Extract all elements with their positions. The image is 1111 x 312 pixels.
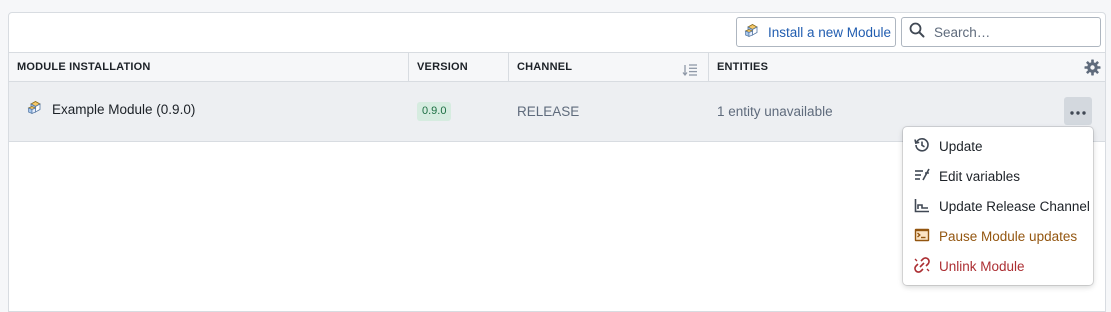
menu-item-label: Update Release Channel [939, 198, 1090, 214]
menu-item-pause-module-updates[interactable]: Pause Module updates [903, 221, 1093, 251]
column-header-channel[interactable]: CHANNEL [509, 53, 709, 81]
unlink-icon [914, 256, 930, 276]
table-header: MODULE INSTALLATION VERSION CHANNEL ENTI… [9, 52, 1105, 82]
variable-icon [914, 167, 930, 186]
version-cell: 0.9.0 [417, 82, 452, 141]
install-module-label: Install a new Module [768, 24, 892, 40]
version-tag: 0.9.0 [417, 102, 452, 121]
menu-item-label: Unlink Module [939, 258, 1025, 274]
menu-item-update[interactable]: Update [903, 131, 1093, 161]
column-header-entities-label: ENTITIES [717, 61, 769, 73]
menu-item-edit-variables[interactable]: Edit variables [903, 161, 1093, 191]
toolbar: Install a new Module [9, 13, 1105, 53]
step-chart-icon [914, 197, 930, 216]
column-header-module-installation[interactable]: MODULE INSTALLATION [9, 53, 409, 81]
column-header-channel-label: CHANNEL [517, 61, 573, 73]
install-module-button[interactable]: Install a new Module [736, 17, 896, 47]
menu-item-label: Pause Module updates [939, 228, 1078, 244]
menu-item-label: Edit variables [939, 168, 1021, 184]
search-input[interactable] [932, 23, 1096, 41]
menu-item-label: Update [939, 138, 983, 154]
console-icon [914, 227, 930, 246]
menu-item-unlink-module[interactable]: Unlink Module [903, 251, 1093, 281]
channel-cell: RELEASE [517, 104, 580, 119]
more-actions-button[interactable] [1064, 97, 1092, 125]
module-cube-icon [27, 99, 44, 119]
column-header-entities[interactable]: ENTITIES [709, 53, 1105, 81]
search-box[interactable] [901, 17, 1101, 47]
menu-item-update-release-channel[interactable]: Update Release Channel [903, 191, 1093, 221]
history-icon [914, 137, 930, 156]
search-icon [909, 22, 925, 43]
entities-cell: 1 entity unavailable [717, 104, 833, 119]
module-name: Example Module (0.9.0) [52, 102, 196, 117]
more-icon [1070, 102, 1086, 120]
row-actions-menu: Update Edit variables Update Release Cha… [903, 127, 1093, 285]
module-cube-icon [744, 22, 761, 42]
module-name-cell: Example Module (0.9.0) [27, 82, 195, 141]
column-header-version[interactable]: VERSION [409, 53, 509, 81]
